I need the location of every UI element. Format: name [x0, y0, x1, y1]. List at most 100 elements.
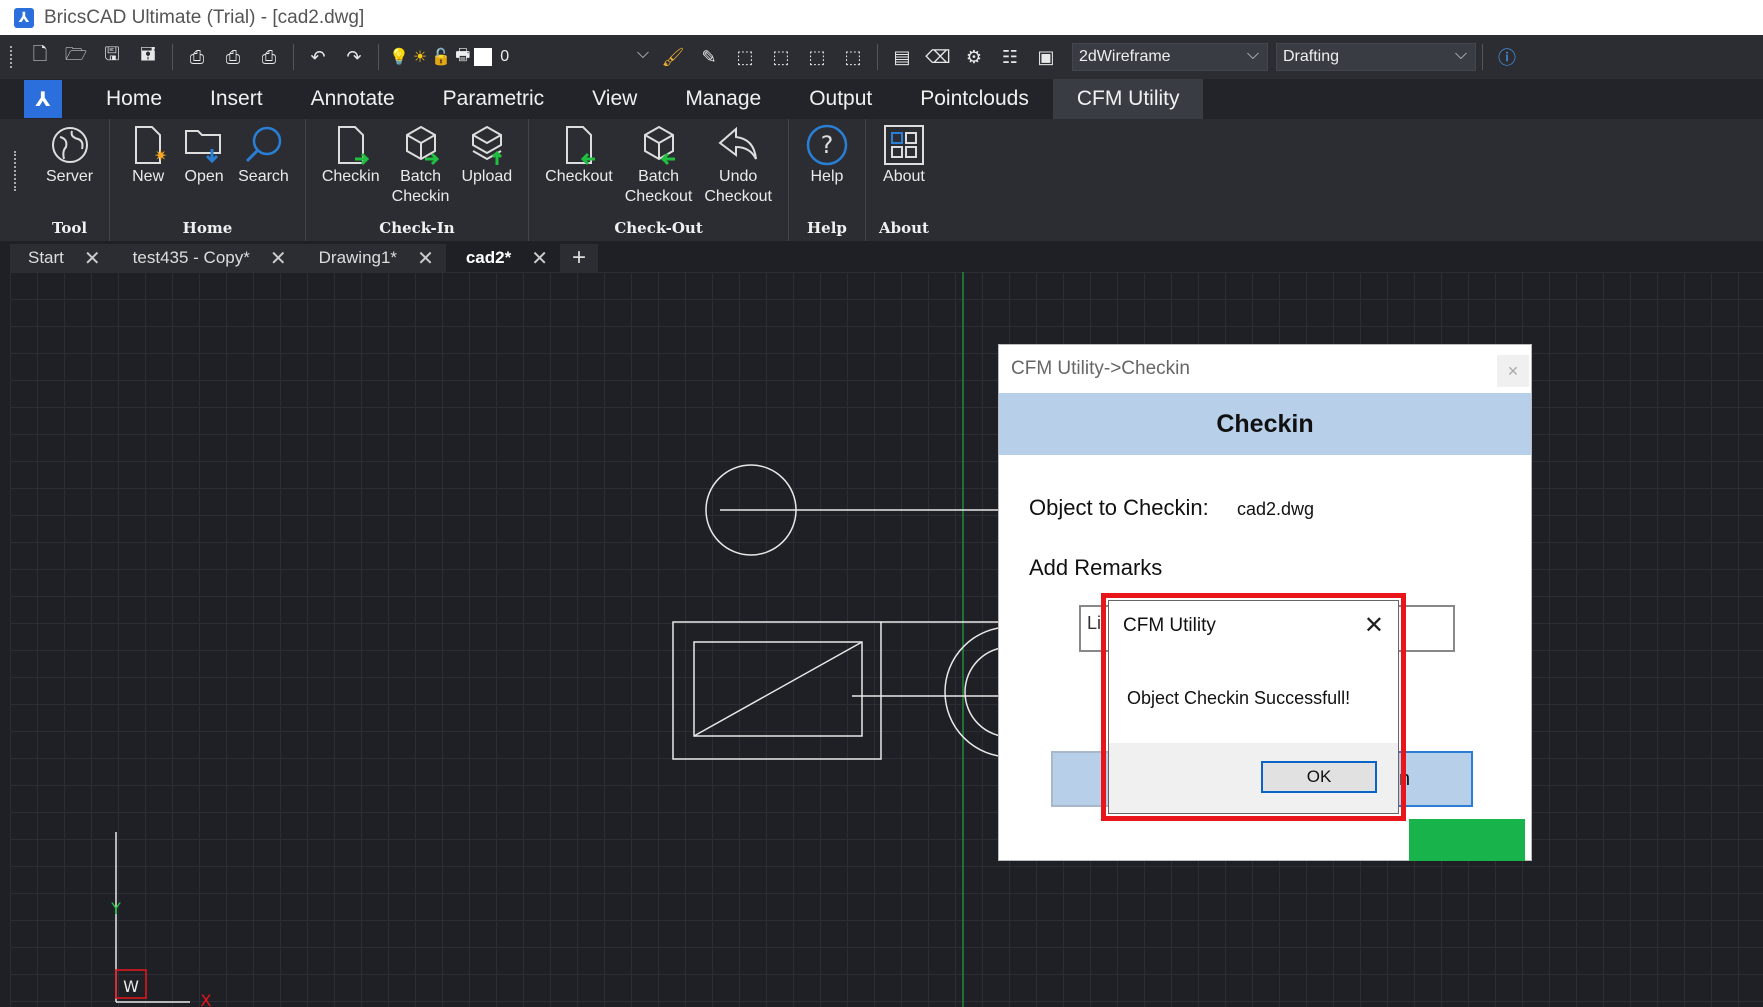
drawing-diagonal — [693, 641, 863, 737]
batch-checkin-button[interactable]: Batch Checkin — [386, 123, 456, 219]
add-tab-icon[interactable]: + — [560, 244, 598, 272]
search-icon — [241, 123, 285, 167]
close-icon[interactable]: ✕ — [417, 246, 434, 271]
upload-button[interactable]: Upload — [455, 123, 518, 219]
checkin-button[interactable]: Checkin — [316, 123, 386, 219]
workspace-value: Drafting — [1283, 48, 1340, 65]
about-grid-icon — [882, 123, 926, 167]
dialog-header: Checkin — [999, 393, 1531, 455]
doc-tab-test435-copy[interactable]: test435 - Copy* ✕ — [113, 244, 299, 272]
visual-style-dropdown[interactable]: 2dWireframe ⌵ — [1072, 43, 1268, 71]
search-button[interactable]: Search — [232, 123, 295, 219]
tab-output[interactable]: Output — [785, 79, 896, 119]
select-group-icon[interactable]: ⬚ — [804, 44, 830, 70]
close-icon[interactable]: ✕ — [1364, 611, 1384, 640]
save-icon[interactable]: 🖫 — [99, 44, 125, 70]
help-circle-icon[interactable]: ⓘ — [1494, 44, 1520, 70]
application-menu-button[interactable]: ⅄ — [24, 80, 62, 118]
eraser-icon[interactable]: ⌫ — [925, 44, 951, 70]
ok-button[interactable]: OK — [1261, 761, 1377, 793]
checkout-document-icon — [557, 123, 601, 167]
globe-icon — [48, 123, 92, 167]
undo-checkout-button[interactable]: Undo Checkout — [698, 123, 778, 219]
new-file-icon[interactable]: 🗋 — [27, 44, 53, 70]
doc-tab-start[interactable]: Start ✕ — [10, 244, 113, 272]
server-button[interactable]: Server — [40, 123, 99, 219]
layer-dropdown[interactable]: 💡 ☀ 🔓 🖶 0 ⌵ — [389, 43, 655, 71]
tab-view[interactable]: View — [568, 79, 661, 119]
viewport-icon[interactable]: ▣ — [1033, 44, 1059, 70]
close-icon[interactable]: ✕ — [1497, 355, 1529, 387]
select-similar-icon[interactable]: ⬚ — [768, 44, 794, 70]
message-box-title: CFM Utility — [1123, 615, 1216, 636]
ribbon-tab-bar: ⅄ Home Insert Annotate Parametric View M… — [0, 79, 1763, 119]
tab-annotate[interactable]: Annotate — [287, 79, 419, 119]
batch-checkout-button[interactable]: Batch Checkout — [619, 123, 699, 219]
ucs-x-label: X — [201, 991, 212, 1007]
close-icon[interactable]: ✕ — [270, 246, 287, 271]
open-file-icon[interactable]: 🗁 — [63, 44, 89, 70]
ribbon-group-tool: Server Tool — [30, 119, 111, 241]
doc-tab-label: cad2* — [465, 248, 512, 267]
settings-icon[interactable]: ⚙ — [961, 44, 987, 70]
print-preview-icon[interactable]: ⎙ — [220, 44, 246, 70]
doc-tab-label: Drawing1* — [318, 248, 398, 267]
brush-icon[interactable]: 🖌 — [660, 44, 686, 70]
select-filter-icon[interactable]: ⬚ — [732, 44, 758, 70]
tab-manage[interactable]: Manage — [661, 79, 785, 119]
ribbon-group-check-out: Checkout Batch Checkout Undo Checkout Chec… — [529, 119, 789, 241]
ribbon-panel: Server Tool ✷ New Open Search Home Check… — [0, 119, 1763, 241]
help-button[interactable]: ? Help — [799, 123, 855, 219]
separator — [877, 44, 878, 70]
title-bar: ⅄ BricsCAD Ultimate (Trial) - [cad2.dwg] — [0, 0, 1763, 35]
undo-icon[interactable]: ↶ — [305, 44, 331, 70]
open-button[interactable]: Open — [176, 123, 232, 219]
pick-icon[interactable]: ✎ — [696, 44, 722, 70]
separator — [1482, 44, 1483, 70]
separator — [293, 44, 294, 70]
status-indicator — [1409, 819, 1525, 861]
button-label: Checkin — [321, 168, 380, 185]
new-button[interactable]: ✷ New — [120, 123, 176, 219]
cube-in-icon — [399, 123, 443, 167]
group-label: About — [878, 219, 929, 237]
doc-tab-drawing1[interactable]: Drawing1* ✕ — [299, 244, 446, 272]
button-label: Undo Checkout — [704, 168, 772, 205]
close-icon[interactable]: ✕ — [84, 246, 101, 271]
group-label: Check-Out — [614, 219, 703, 237]
redo-icon[interactable]: ↷ — [341, 44, 367, 70]
ribbon-grip[interactable] — [14, 151, 30, 191]
tab-cfm-utility[interactable]: CFM Utility — [1052, 79, 1204, 119]
quick-access-toolbar: 🗋 🗁 🖫 🖬 ⎙ ⎙ ⎙ ↶ ↷ 💡 ☀ 🔓 🖶 0 ⌵ 🖌 ✎ ⬚ ⬚ ⬚ … — [0, 35, 1763, 79]
message-text: Object Checkin Successfull! — [1127, 687, 1351, 708]
layer-thaw-icon: ☀ — [412, 49, 428, 66]
print-icon[interactable]: ⎙ — [184, 44, 210, 70]
window-title: BricsCAD Ultimate (Trial) - [cad2.dwg] — [44, 6, 365, 28]
properties-icon[interactable]: ▤ — [889, 44, 915, 70]
chevron-down-icon: ⌵ — [1246, 46, 1259, 63]
save-as-icon[interactable]: 🖬 — [135, 44, 161, 70]
toolbar-grip[interactable] — [10, 46, 14, 68]
ribbon-group-help: ? Help Help — [789, 119, 866, 241]
select-light-icon[interactable]: ⬚ — [840, 44, 866, 70]
checkout-button[interactable]: Checkout — [539, 123, 619, 219]
close-icon[interactable]: ✕ — [531, 246, 548, 271]
tab-insert[interactable]: Insert — [186, 79, 287, 119]
doc-tab-cad2[interactable]: cad2* ✕ — [445, 244, 560, 272]
group-label: Tool — [51, 219, 88, 237]
doc-tab-label: test435 - Copy* — [132, 248, 250, 267]
tab-pointclouds[interactable]: Pointclouds — [896, 79, 1053, 119]
tab-parametric[interactable]: Parametric — [419, 79, 569, 119]
help-icon: ? — [805, 123, 849, 167]
workspace-dropdown[interactable]: Drafting ⌵ — [1276, 43, 1476, 71]
button-label: Upload — [461, 168, 513, 185]
stack-upload-icon — [465, 123, 509, 167]
button-label: Checkout — [545, 168, 613, 185]
tab-home[interactable]: Home — [82, 79, 186, 119]
plot-icon[interactable]: ⎙ — [256, 44, 282, 70]
layer-manager-icon[interactable]: ☷ — [997, 44, 1023, 70]
button-label: Batch Checkout — [624, 168, 693, 205]
doc-tab-label: Start — [28, 248, 64, 267]
chevron-down-icon: ⌵ — [1454, 46, 1467, 63]
about-button[interactable]: About — [876, 123, 932, 219]
